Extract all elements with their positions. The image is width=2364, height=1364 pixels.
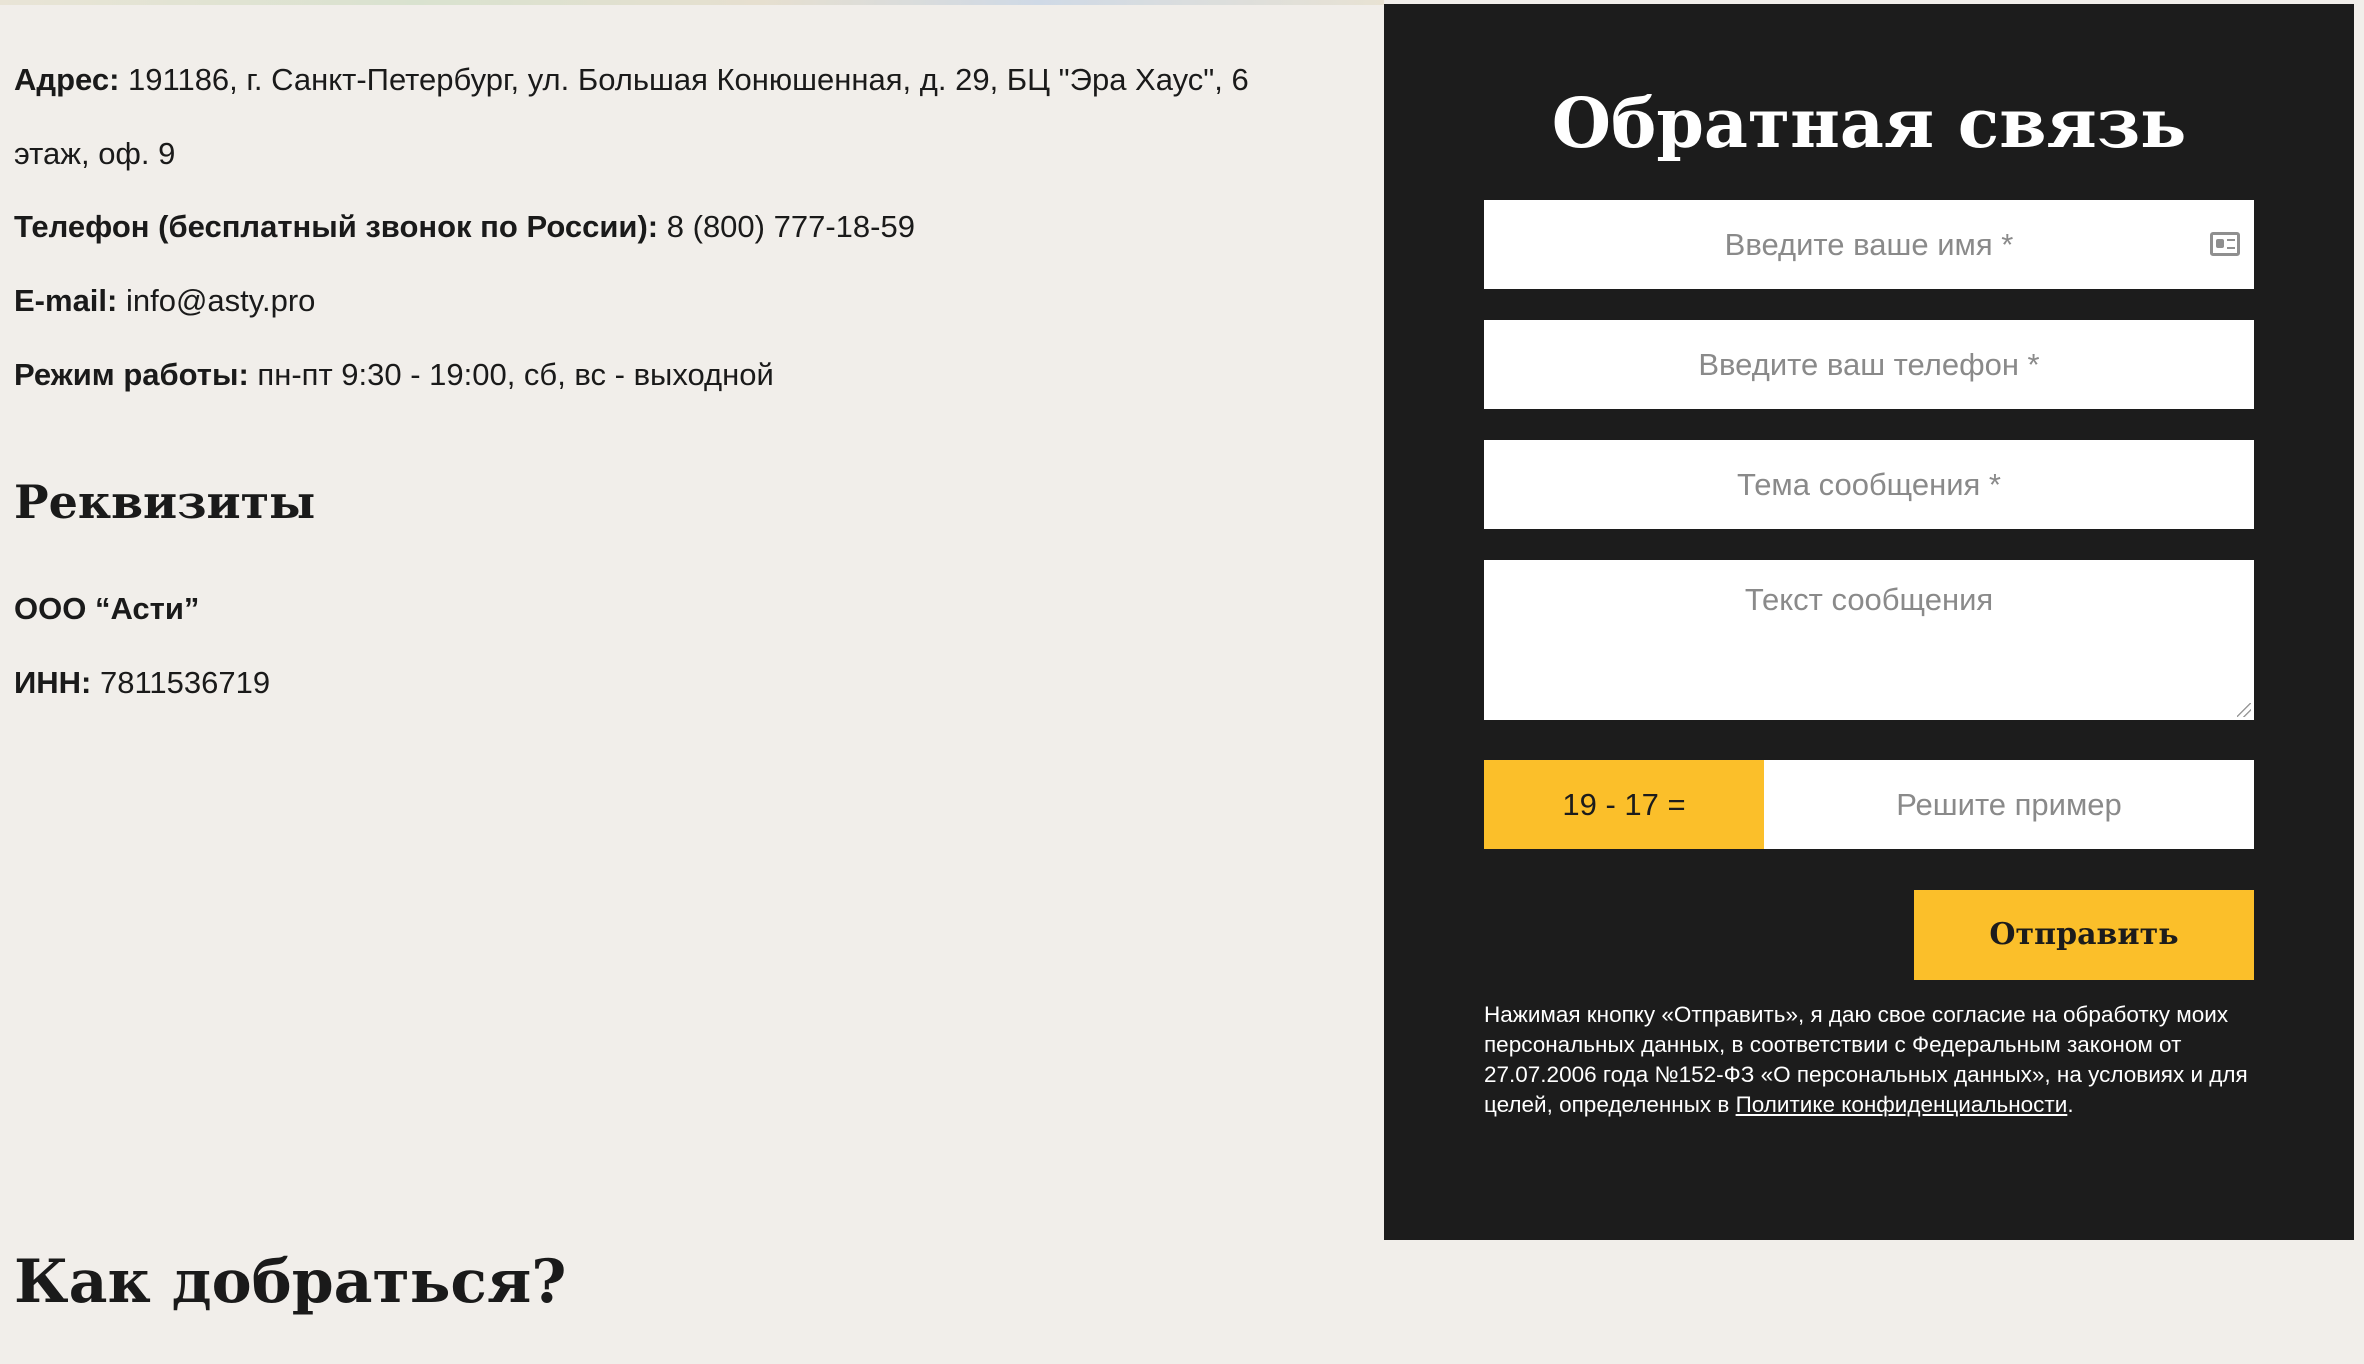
consent-notice: Нажимая кнопку «Отправить», я даю свое с… xyxy=(1484,1000,2264,1120)
phone-input[interactable]: Введите ваш телефон * xyxy=(1484,320,2254,409)
hours-label: Режим работы: xyxy=(14,357,249,392)
email-label: E-mail: xyxy=(14,283,118,318)
directions-heading: Как добраться? xyxy=(14,1247,567,1317)
inn-value: 7811536719 xyxy=(100,665,271,700)
phone-value: 8 (800) 777-18-59 xyxy=(666,209,915,244)
resize-handle-icon[interactable] xyxy=(2237,703,2251,717)
inn-line: ИНН: 7811536719 xyxy=(14,663,270,703)
subject-input[interactable]: Тема сообщения * xyxy=(1484,440,2254,529)
email-line: E-mail: info@asty.pro xyxy=(14,281,315,321)
contact-card-icon xyxy=(2210,232,2240,256)
address-value: 191186, г. Санкт-Петербург, ул. Большая … xyxy=(128,62,1249,97)
subject-placeholder: Тема сообщения * xyxy=(1737,467,2001,502)
name-input[interactable]: Введите ваше имя * xyxy=(1484,200,2254,289)
phone-label: Телефон (бесплатный звонок по России): xyxy=(14,209,659,244)
company-line: ООО “Асти” xyxy=(14,589,199,629)
address-line-continued: этаж, оф. 9 xyxy=(14,134,175,174)
captcha-question: 19 - 17 = xyxy=(1484,760,1764,849)
email-value: info@asty.pro xyxy=(125,283,316,318)
address-label: Адрес: xyxy=(14,62,120,97)
form-title: Обратная связь xyxy=(1551,84,2187,164)
privacy-policy-link[interactable]: Политике конфиденциальности xyxy=(1736,1092,2068,1117)
captcha-row: 19 - 17 = Решите пример xyxy=(1484,760,2254,849)
hours-value: пн-пт 9:30 - 19:00, сб, вс - выходной xyxy=(257,357,774,392)
address-line: Адрес: 191186, г. Санкт-Петербург, ул. Б… xyxy=(14,60,1249,100)
phone-placeholder: Введите ваш телефон * xyxy=(1698,347,2040,382)
feedback-form: Обратная связь Введите ваше имя * Введит… xyxy=(1384,4,2354,1240)
inn-label: ИНН: xyxy=(14,665,92,700)
name-placeholder: Введите ваше имя * xyxy=(1724,227,2014,262)
captcha-input[interactable]: Решите пример xyxy=(1764,760,2254,849)
requisites-heading: Реквизиты xyxy=(14,475,316,529)
company-name: ООО “Асти” xyxy=(14,591,200,626)
hours-line: Режим работы: пн-пт 9:30 - 19:00, сб, вс… xyxy=(14,355,774,395)
message-placeholder: Текст сообщения xyxy=(1744,582,1994,617)
map-edge xyxy=(0,0,1384,5)
phone-line: Телефон (бесплатный звонок по России): 8… xyxy=(14,207,915,247)
submit-button[interactable]: Отправить xyxy=(1914,890,2254,980)
message-textarea[interactable]: Текст сообщения xyxy=(1484,560,2254,720)
address-value-continued: этаж, оф. 9 xyxy=(14,136,176,171)
consent-end: . xyxy=(2067,1092,2074,1117)
